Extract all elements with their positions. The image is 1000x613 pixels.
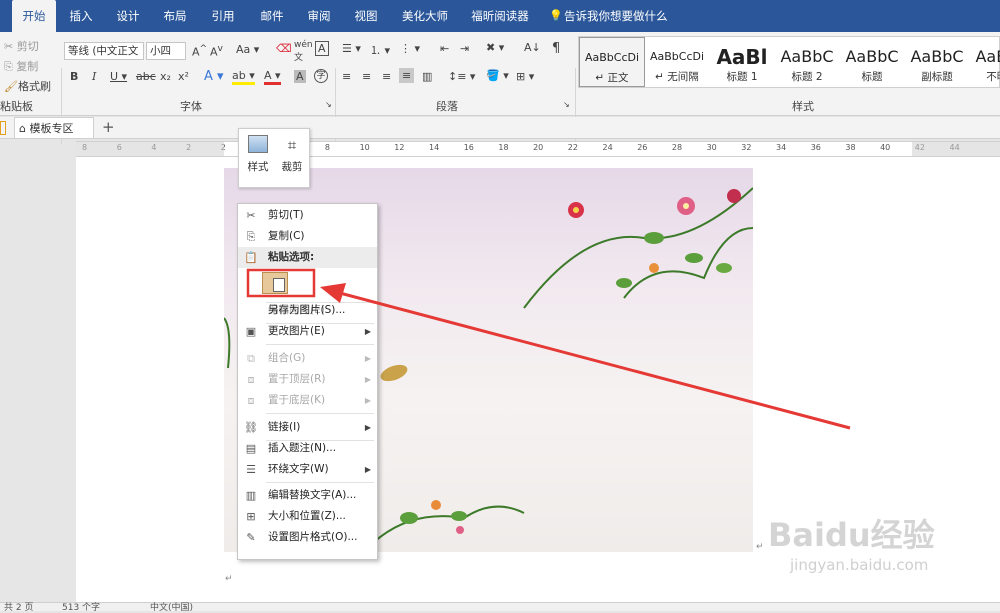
red-arrow-shaft <box>335 290 851 430</box>
paragraph-mark: ↵ <box>225 574 233 584</box>
status-bar: 共 2 页 513 个字 中文(中国) <box>0 602 1000 613</box>
red-arrow-head <box>320 283 346 303</box>
status-text: 共 2 页 <box>4 603 34 613</box>
paste-picture-icon <box>273 278 285 292</box>
status-text: 中文(中国) <box>150 603 194 613</box>
baidu-watermark-url: jingyan.baidu.com <box>790 556 929 574</box>
paste-keep-source-button[interactable] <box>262 272 288 294</box>
baidu-watermark-logo: Baidu经验 <box>768 516 935 554</box>
status-text: 513 个字 <box>62 603 101 613</box>
paragraph-mark: ↵ <box>756 542 764 552</box>
